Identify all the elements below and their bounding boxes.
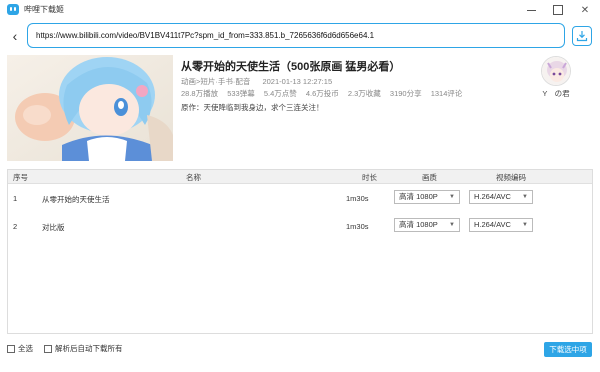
stat-coins: 4.6万投币 (305, 89, 339, 98)
video-thumbnail[interactable] (7, 55, 173, 161)
codec-select[interactable]: H.264/AVC ▼ (469, 218, 533, 232)
quality-value: 高清 1080P (399, 220, 438, 229)
avatar[interactable] (541, 56, 571, 86)
row-index: 2 (13, 222, 18, 231)
auto-download-checkbox[interactable]: 解析后自动下载所有 (44, 343, 123, 354)
stat-comments: 1314评论 (430, 89, 463, 98)
stat-shares: 3190分享 (389, 89, 422, 98)
video-description: 原作：天使降临到我身边，求个三连关注！ (181, 103, 324, 112)
chevron-down-icon: ▼ (522, 222, 528, 228)
col-codec-header: 视频编码 (496, 173, 526, 182)
checkbox-box[interactable] (7, 344, 15, 353)
col-quality-header: 画质 (422, 173, 437, 182)
video-info-card: 从零开始的天使生活（500张原画 猛男必看） 动画>短片·手书·配音 2021-… (0, 52, 600, 164)
codec-value: H.264/AVC (474, 192, 511, 201)
video-meta: 动画>短片·手书·配音 2021-01-13 12:27:15 (181, 76, 332, 87)
video-title: 从零开始的天使生活（500张原画 猛男必看） (181, 61, 401, 73)
table-row[interactable]: 1 从零开始的天使生活 1m30s 高清 1080P ▼ H.264/AVC ▼ (8, 184, 592, 212)
title-bar: 哔哩下载姬 ✕ (0, 0, 600, 20)
row-duration: 1m30s (346, 222, 369, 231)
chevron-down-icon: ▼ (449, 222, 455, 228)
video-parts-table: 序号 名称 时长 画质 视频编码 1 从零开始的天使生活 1m30s 高清 10… (7, 169, 593, 334)
uploader[interactable]: Y の君 (536, 56, 576, 99)
video-category: 动画>短片·手书·配音 (181, 77, 251, 86)
maximize-icon[interactable] (545, 0, 571, 20)
url-input[interactable]: https://www.bilibili.com/video/BV1BV411t… (27, 23, 565, 48)
auto-download-label[interactable]: 解析后自动下载所有 (55, 343, 123, 354)
url-bar: ‹ https://www.bilibili.com/video/BV1BV41… (0, 22, 600, 50)
stat-danmaku: 533弹幕 (227, 89, 255, 98)
table-row[interactable]: 2 对比版 1m30s 高清 1080P ▼ H.264/AVC ▼ (8, 212, 592, 240)
select-all-label[interactable]: 全选 (18, 343, 33, 354)
codec-value: H.264/AVC (474, 220, 511, 229)
stat-likes: 5.4万点赞 (263, 89, 297, 98)
codec-select[interactable]: H.264/AVC ▼ (469, 190, 533, 204)
footer-bar: 全选 解析后自动下载所有 下载选中项 (0, 338, 600, 372)
chevron-down-icon: ▼ (449, 194, 455, 200)
minimize-icon[interactable] (518, 0, 544, 20)
row-name: 从零开始的天使生活 (42, 195, 110, 204)
close-icon[interactable]: ✕ (572, 0, 598, 20)
stat-views: 28.8万播放 (181, 89, 219, 98)
uploader-name[interactable]: Y の君 (536, 88, 576, 99)
select-all-checkbox[interactable]: 全选 (7, 343, 33, 354)
quality-select[interactable]: 高清 1080P ▼ (394, 218, 460, 232)
quality-value: 高清 1080P (399, 192, 438, 201)
quality-select[interactable]: 高清 1080P ▼ (394, 190, 460, 204)
download-selected-button[interactable]: 下载选中项 (544, 342, 592, 357)
back-button[interactable]: ‹ (6, 25, 24, 47)
row-duration: 1m30s (346, 194, 369, 203)
video-stats: 28.8万播放 533弹幕 5.4万点赞 4.6万投币 2.3万收藏 3190分… (181, 88, 462, 99)
col-duration-header: 时长 (362, 173, 377, 182)
col-name-header: 名称 (186, 173, 201, 182)
row-index: 1 (13, 194, 18, 203)
col-index-header: 序号 (13, 173, 28, 182)
chevron-down-icon: ▼ (522, 194, 528, 200)
window-title: 哔哩下载姬 (24, 5, 64, 14)
video-date: 2021-01-13 12:27:15 (262, 77, 333, 86)
download-icon[interactable] (572, 26, 592, 46)
checkbox-box[interactable] (44, 344, 52, 353)
app-logo-icon (7, 4, 19, 15)
row-name: 对比版 (42, 223, 65, 232)
table-header: 序号 名称 时长 画质 视频编码 (8, 170, 592, 184)
stat-favorites: 2.3万收藏 (347, 89, 381, 98)
